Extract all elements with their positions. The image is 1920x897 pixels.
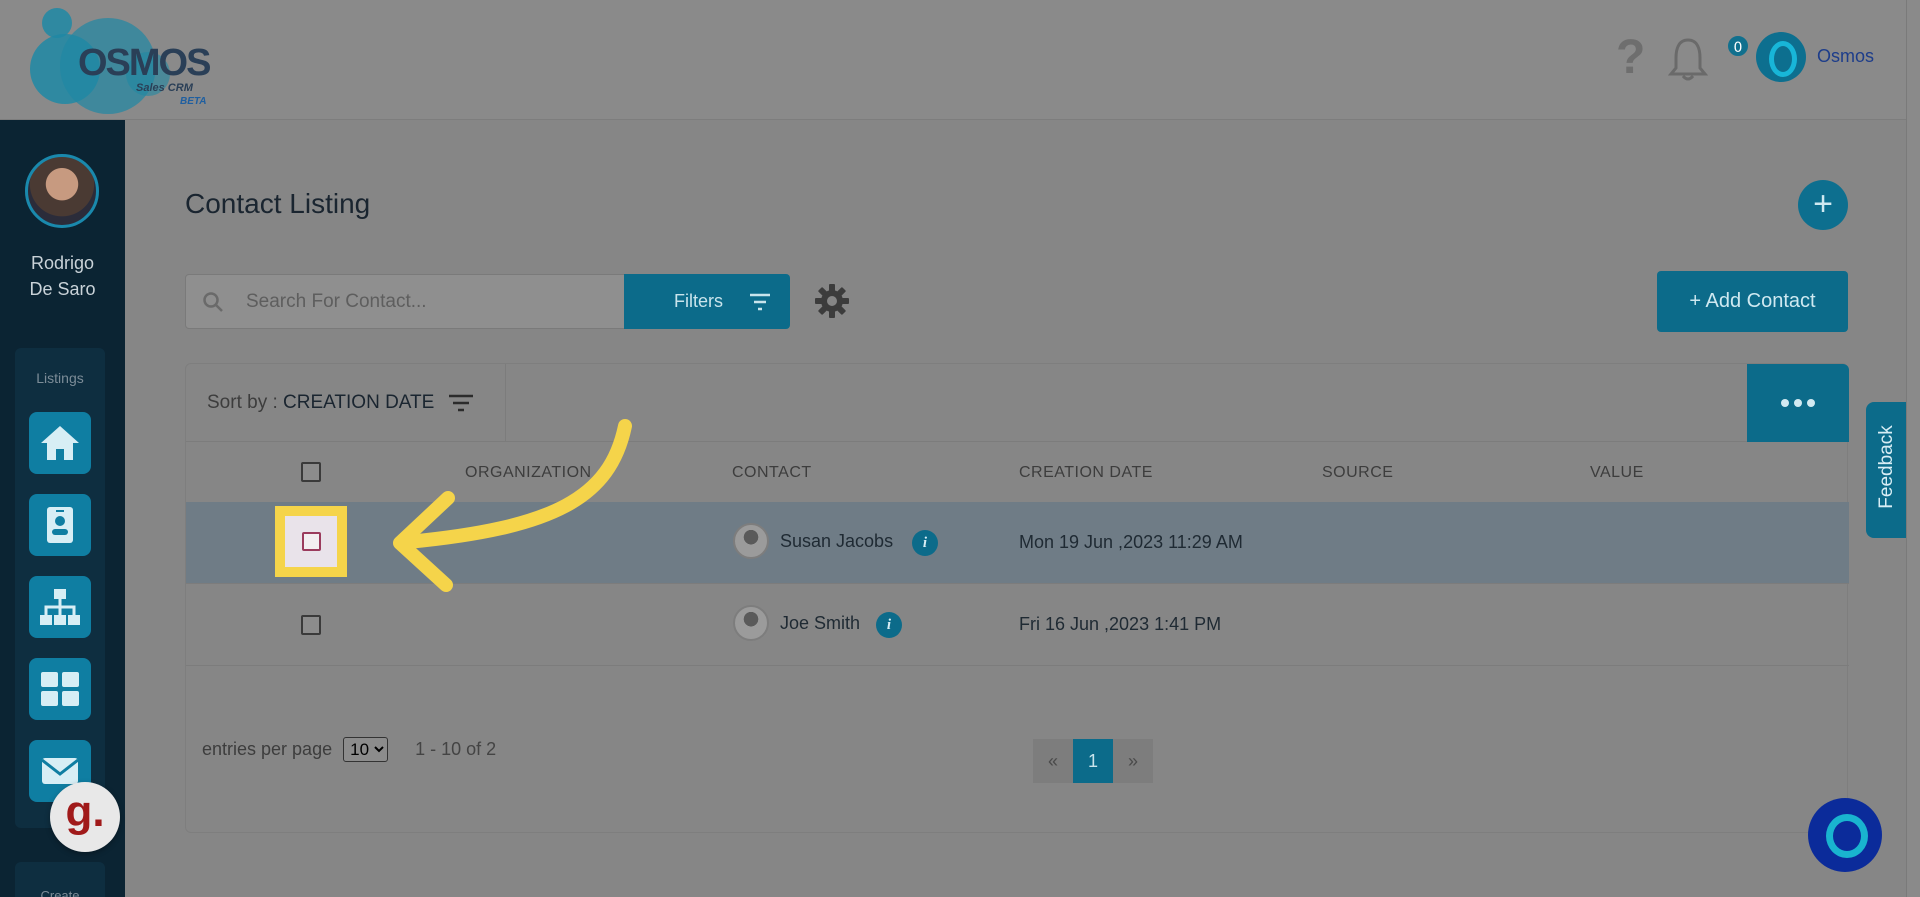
info-icon[interactable]: i xyxy=(912,530,938,556)
filters-label: Filters xyxy=(674,291,723,311)
notification-badge: 0 xyxy=(1726,34,1750,58)
profile-name: Rodrigo De Saro xyxy=(0,250,125,302)
creation-date: Fri 16 Jun ,2023 1:41 PM xyxy=(1019,614,1222,634)
sidebar: Rodrigo De Saro Listings Create xyxy=(0,120,125,897)
profile-first-name: Rodrigo xyxy=(30,253,95,273)
pager-prev-button[interactable]: « xyxy=(1033,739,1073,783)
pager-next-button[interactable]: » xyxy=(1113,739,1153,783)
entries-per-page-select[interactable]: 10 xyxy=(343,737,389,762)
mail-icon xyxy=(41,758,79,784)
sidebar-item-home[interactable] xyxy=(29,412,91,474)
add-contact-button[interactable]: + Add Contact xyxy=(1657,271,1848,332)
filter-icon xyxy=(750,293,770,310)
profile-avatar[interactable] xyxy=(25,154,99,228)
question-icon[interactable]: ? xyxy=(1616,30,1645,85)
more-options-button[interactable] xyxy=(1747,364,1849,442)
feedback-tab[interactable]: Feedback xyxy=(1866,402,1908,538)
bell-icon[interactable] xyxy=(1667,36,1709,82)
user-name-link[interactable]: Osmos xyxy=(1817,46,1874,67)
page-title: Contact Listing xyxy=(185,188,371,219)
range-text: 1 - 10 of 2 xyxy=(415,739,497,759)
contact-avatar-icon xyxy=(733,523,769,559)
column-creation-date[interactable]: CREATION DATE xyxy=(1019,464,1153,482)
grammarly-icon[interactable]: g. xyxy=(50,782,120,852)
org-chart-icon xyxy=(40,589,80,625)
feedback-label: Feedback xyxy=(1876,425,1897,509)
pointer-arrow-icon xyxy=(393,419,632,592)
logo-beta: BETA xyxy=(180,96,207,107)
listings-label: Listings xyxy=(36,370,84,386)
row-checkbox[interactable] xyxy=(302,532,321,551)
more-dot xyxy=(1794,399,1802,407)
pager: « 1 » xyxy=(1033,739,1153,783)
sidebar-item-contacts[interactable] xyxy=(29,494,91,556)
info-icon[interactable]: i xyxy=(876,612,902,638)
more-dot xyxy=(1807,399,1815,407)
more-dot xyxy=(1781,399,1789,407)
gear-icon[interactable] xyxy=(814,283,850,319)
create-label: Create xyxy=(40,888,80,897)
row-checkbox[interactable] xyxy=(301,615,321,635)
user-avatar-icon[interactable] xyxy=(1756,32,1806,82)
creation-date: Mon 19 Jun ,2023 11:29 AM xyxy=(1019,532,1243,552)
create-panel: Create xyxy=(15,862,105,897)
logo-text: OSMOS xyxy=(78,42,211,84)
sidebar-item-dashboard[interactable] xyxy=(29,658,91,720)
select-all-checkbox[interactable] xyxy=(301,462,321,482)
column-value[interactable]: VALUE xyxy=(1590,464,1644,482)
contact-name[interactable]: Joe Smith xyxy=(780,613,860,634)
listings-panel: Listings xyxy=(15,348,105,828)
profile-last-name: De Saro xyxy=(29,279,96,299)
scrollbar[interactable] xyxy=(1906,0,1920,897)
logo-bubble xyxy=(42,8,72,38)
contact-avatar-icon xyxy=(733,605,769,641)
search-input[interactable] xyxy=(246,275,616,328)
search-box xyxy=(185,274,625,329)
pager-page-1[interactable]: 1 xyxy=(1073,739,1113,783)
highlighted-row-checkbox[interactable] xyxy=(275,506,347,577)
grid-icon xyxy=(41,672,79,706)
osmos-logo[interactable]: OSMOS Sales CRM BETA xyxy=(30,8,220,114)
chat-widget-icon[interactable] xyxy=(1808,798,1882,872)
logo-subtitle: Sales CRM xyxy=(136,82,193,94)
sort-prefix-text: Sort by : xyxy=(207,392,278,413)
pagination-footer: entries per page 10 1 - 10 of 2 xyxy=(202,737,496,762)
top-bar: OSMOS Sales CRM BETA ? 0 Osmos xyxy=(0,0,1906,120)
home-icon xyxy=(41,426,79,460)
sidebar-item-organizations[interactable] xyxy=(29,576,91,638)
entries-label: entries per page xyxy=(202,739,333,759)
column-source[interactable]: SOURCE xyxy=(1322,464,1393,482)
contact-name[interactable]: Susan Jacobs xyxy=(780,531,893,552)
filters-button[interactable]: Filters xyxy=(624,274,790,329)
column-contact[interactable]: CONTACT xyxy=(732,464,812,482)
search-icon xyxy=(203,292,223,312)
contact-card-icon xyxy=(47,507,73,543)
add-round-button[interactable]: + xyxy=(1798,180,1848,230)
